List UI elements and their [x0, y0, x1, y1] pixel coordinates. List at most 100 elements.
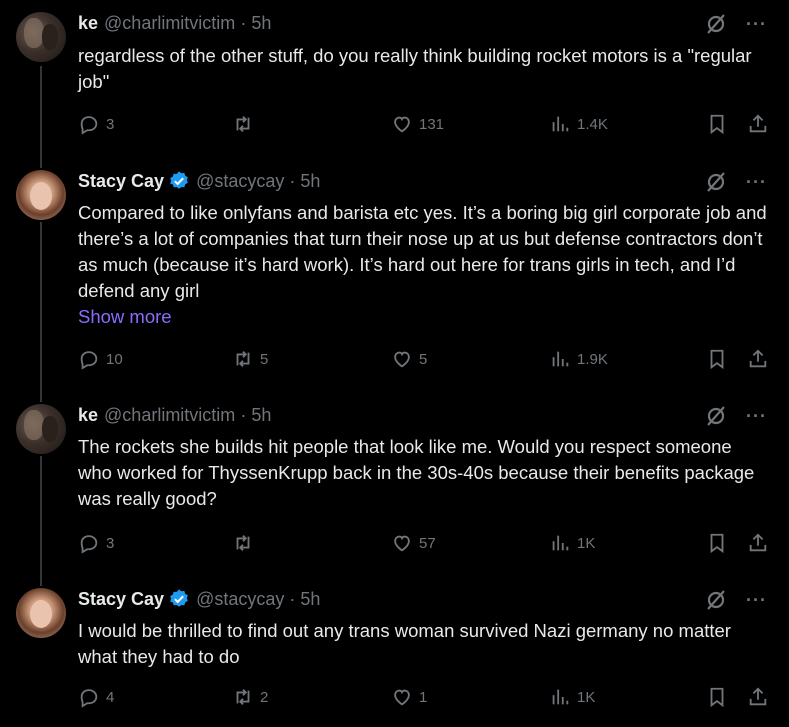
- avatar[interactable]: [16, 12, 66, 62]
- verified-badge-icon[interactable]: [168, 588, 190, 610]
- avatar[interactable]: [16, 170, 66, 220]
- author-name[interactable]: ke: [78, 405, 98, 426]
- views-icon: [552, 116, 569, 132]
- avatar[interactable]: [16, 404, 66, 454]
- tweet-text: I would be thrilled to find out any tran…: [78, 620, 731, 667]
- like-button[interactable]: 5: [391, 348, 427, 370]
- share-icon: [749, 533, 767, 552]
- reply-icon: [80, 351, 98, 370]
- timestamp[interactable]: 5h: [251, 13, 271, 34]
- like-button[interactable]: 57: [391, 532, 436, 554]
- views-button[interactable]: 1K: [549, 686, 595, 708]
- views-count: 1K: [577, 534, 596, 552]
- separator: ·: [240, 404, 247, 425]
- repost-button[interactable]: 2: [232, 686, 268, 708]
- tweet-text: regardless of the other stuff, do you re…: [78, 45, 752, 92]
- bookmark-button[interactable]: [706, 348, 728, 370]
- bookmark-icon: [710, 114, 724, 135]
- timestamp[interactable]: 5h: [251, 405, 271, 426]
- reply-count: 3: [106, 115, 115, 133]
- separator: ·: [289, 588, 296, 609]
- separator: ·: [289, 170, 296, 191]
- bookmark-button[interactable]: [706, 532, 728, 554]
- share-button[interactable]: [747, 532, 769, 554]
- reply-button[interactable]: 3: [78, 113, 114, 135]
- reply-button[interactable]: 10: [78, 348, 123, 370]
- like-count: 131: [419, 115, 445, 133]
- repost-count: 2: [260, 688, 269, 706]
- bookmark-icon: [710, 687, 724, 708]
- repost-icon: [236, 689, 250, 705]
- repost-icon: [236, 535, 250, 551]
- verified-badge-icon[interactable]: [168, 170, 190, 192]
- author-name[interactable]: Stacy Cay: [78, 171, 164, 192]
- more-options-icon[interactable]: ···: [746, 407, 767, 425]
- share-button[interactable]: [747, 113, 769, 135]
- repost-icon: [236, 116, 250, 132]
- more-options-icon[interactable]: ···: [746, 15, 767, 33]
- views-count: 1K: [577, 688, 596, 706]
- repost-button[interactable]: [232, 113, 260, 135]
- repost-button[interactable]: 5: [232, 348, 268, 370]
- views-count: 1.9K: [577, 350, 608, 368]
- bookmark-button[interactable]: [706, 686, 728, 708]
- tweet[interactable]: Stacy Cay @stacycay · 5h ··· Compared to…: [0, 158, 789, 394]
- author-name[interactable]: ke: [78, 13, 98, 34]
- tweet[interactable]: Stacy Cay @stacycay · 5h ··· I would be …: [0, 576, 789, 727]
- share-icon: [749, 349, 767, 368]
- like-count: 57: [419, 534, 436, 552]
- reply-count: 10: [106, 350, 123, 368]
- like-count: 1: [419, 688, 428, 706]
- reply-icon: [80, 116, 98, 135]
- heart-icon: [394, 535, 410, 552]
- views-count: 1.4K: [577, 115, 608, 133]
- grok-icon[interactable]: [704, 404, 728, 428]
- views-button[interactable]: 1K: [549, 532, 595, 554]
- reply-button[interactable]: 3: [78, 532, 114, 554]
- like-button[interactable]: 131: [391, 113, 444, 135]
- timestamp[interactable]: 5h: [300, 589, 320, 610]
- author-handle[interactable]: @stacycay: [196, 171, 284, 192]
- reply-count: 4: [106, 688, 115, 706]
- share-icon: [749, 687, 767, 706]
- repost-icon: [236, 351, 250, 367]
- author-handle[interactable]: @charlimitvictim: [104, 405, 235, 426]
- grok-icon[interactable]: [704, 170, 728, 194]
- bookmark-button[interactable]: [706, 113, 728, 135]
- views-icon: [552, 689, 569, 705]
- author-name[interactable]: Stacy Cay: [78, 589, 164, 610]
- reply-button[interactable]: 4: [78, 686, 114, 708]
- heart-icon: [394, 689, 410, 706]
- separator: ·: [240, 12, 247, 33]
- show-more-link[interactable]: Show more: [78, 306, 172, 328]
- avatar[interactable]: [16, 588, 66, 638]
- reply-icon: [80, 689, 98, 708]
- bookmark-icon: [710, 533, 724, 554]
- tweet[interactable]: ke @charlimitvictim · 5h ··· The rockets…: [0, 392, 789, 582]
- author-handle[interactable]: @stacycay: [196, 589, 284, 610]
- share-icon: [749, 114, 767, 133]
- share-button[interactable]: [747, 686, 769, 708]
- bookmark-icon: [710, 349, 724, 370]
- repost-button[interactable]: [232, 532, 260, 554]
- views-icon: [552, 351, 569, 367]
- views-icon: [552, 535, 569, 551]
- more-options-icon[interactable]: ···: [746, 173, 767, 191]
- views-button[interactable]: 1.9K: [549, 348, 608, 370]
- tweet-text: The rockets she builds hit people that l…: [78, 436, 755, 509]
- reply-icon: [80, 535, 98, 554]
- like-button[interactable]: 1: [391, 686, 427, 708]
- more-options-icon[interactable]: ···: [746, 591, 767, 609]
- reply-count: 3: [106, 534, 115, 552]
- tweet[interactable]: ke @charlimitvictim · 5h ··· regardless …: [0, 0, 789, 150]
- grok-icon[interactable]: [704, 588, 728, 612]
- tweet-text: Compared to like onlyfans and barista et…: [78, 202, 767, 301]
- views-button[interactable]: 1.4K: [549, 113, 608, 135]
- timestamp[interactable]: 5h: [300, 171, 320, 192]
- repost-count: 5: [260, 350, 269, 368]
- author-handle[interactable]: @charlimitvictim: [104, 13, 235, 34]
- grok-icon[interactable]: [704, 12, 728, 36]
- like-count: 5: [419, 350, 428, 368]
- share-button[interactable]: [747, 348, 769, 370]
- heart-icon: [394, 351, 410, 368]
